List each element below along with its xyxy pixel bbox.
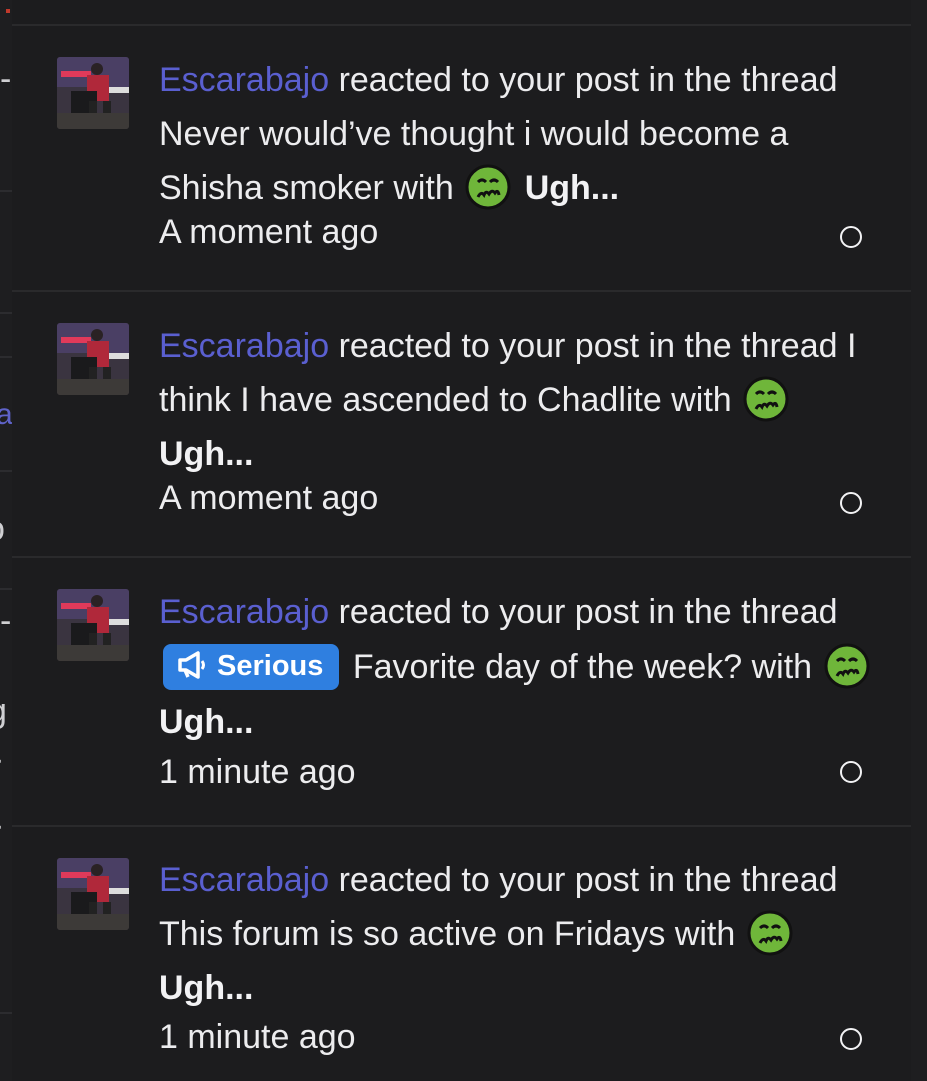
user-avatar[interactable] [57, 589, 129, 661]
reaction-label: Ugh... [524, 169, 620, 207]
user-avatar[interactable] [57, 858, 129, 930]
notification-text: Escarabajo reacted to your post in the t… [159, 319, 879, 481]
user-avatar[interactable] [57, 57, 129, 129]
notification-item[interactable]: Escarabajo reacted to your post in the t… [12, 827, 911, 1081]
reaction-label: Ugh... [159, 969, 254, 1007]
username-link[interactable]: Escarabajo [159, 861, 329, 899]
background-text-fragment: r [0, 750, 1, 784]
panel-edge [911, 0, 927, 1081]
reaction-label: Ugh... [159, 703, 254, 741]
username-link[interactable]: Escarabajo [159, 61, 329, 99]
notification-message[interactable]: reacted to your post in the thread [339, 593, 838, 631]
notification-text: Escarabajo reacted to your post in the t… [159, 53, 879, 215]
timestamp: A moment ago [159, 213, 379, 251]
timestamp: 1 minute ago [159, 1018, 356, 1056]
mark-read-toggle[interactable] [840, 761, 862, 783]
background-accent [6, 9, 10, 13]
username-link[interactable]: Escarabajo [159, 327, 329, 365]
background-text-fragment: r [0, 816, 1, 850]
timestamp: 1 minute ago [159, 753, 356, 791]
notification-text: Escarabajo reacted to your post in the t… [159, 585, 879, 750]
notification-text: Escarabajo reacted to your post in the t… [159, 853, 879, 1015]
notification-message[interactable]: Favorite day of the week? with [353, 648, 812, 686]
mark-read-toggle[interactable] [840, 492, 862, 514]
nauseated-face-icon [743, 376, 789, 422]
mark-read-toggle[interactable] [840, 1028, 862, 1050]
thread-prefix-badge: Serious [163, 644, 340, 691]
notification-item[interactable]: Escarabajo reacted to your post in the t… [12, 558, 911, 827]
background-text-fragment: o [0, 512, 5, 546]
nauseated-face-icon [747, 910, 793, 956]
nauseated-face-icon [465, 164, 511, 210]
mark-read-toggle[interactable] [840, 226, 862, 248]
notification-item[interactable]: Escarabajo reacted to your post in the t… [12, 292, 911, 558]
background-text-fragment: - [0, 602, 12, 640]
user-avatar[interactable] [57, 323, 129, 395]
reaction-label: Ugh... [159, 435, 254, 473]
thread-prefix-label: Serious [217, 650, 324, 683]
timestamp: A moment ago [159, 479, 379, 517]
background-text-fragment: g [0, 694, 7, 728]
megaphone-icon [178, 651, 205, 680]
background-text-fragment: - [0, 60, 12, 98]
nauseated-face-icon [824, 643, 870, 689]
username-link[interactable]: Escarabajo [159, 593, 329, 631]
notification-item[interactable]: Escarabajo reacted to your post in the t… [12, 26, 911, 292]
